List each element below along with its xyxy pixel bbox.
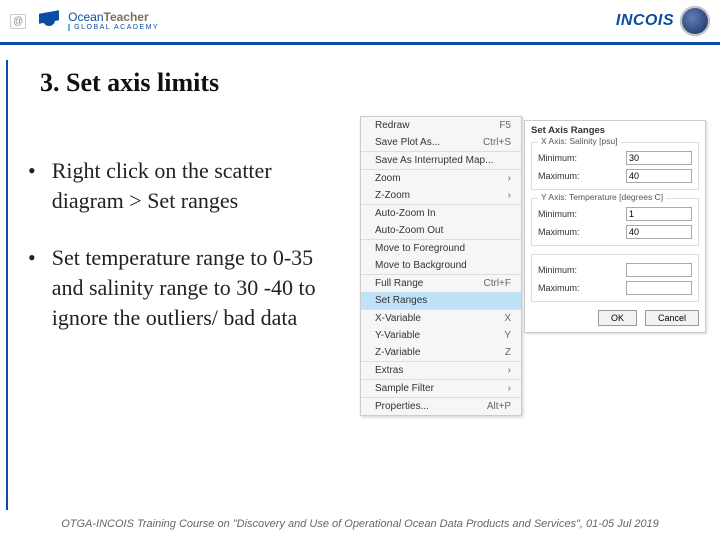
axis-group: Minimum:Maximum: [531, 254, 699, 302]
oceanteacher-logo: @ OceanTeacher GLOBAL ACADEMY [10, 11, 159, 31]
gradcap-icon [36, 12, 62, 30]
header: @ OceanTeacher GLOBAL ACADEMY INCOIS [0, 0, 720, 45]
bullet-list: Right click on the scatter diagram > Set… [28, 156, 338, 360]
menu-item[interactable]: Set Ranges [361, 292, 521, 309]
at-badge: @ [10, 14, 26, 29]
bullet-item: Set temperature range to 0-35 and salini… [28, 243, 338, 332]
menu-item[interactable]: Extras› [361, 361, 521, 379]
vertical-rule [6, 60, 8, 510]
menu-item[interactable]: Sample Filter› [361, 379, 521, 397]
set-axis-ranges-dialog: Set Axis Ranges X Axis: Salinity [psu]Mi… [524, 120, 706, 333]
slide: { "header":{ "left_logo":{"brand_a":"Oce… [0, 0, 720, 540]
globe-icon [680, 6, 710, 36]
cancel-button[interactable]: Cancel [645, 310, 699, 326]
oceanteacher-subtitle: GLOBAL ACADEMY [68, 24, 159, 31]
menu-item[interactable]: Full RangeCtrl+F [361, 274, 521, 292]
max-input[interactable] [626, 169, 692, 183]
menu-item[interactable]: Auto-Zoom Out [361, 222, 521, 239]
bullet-item: Right click on the scatter diagram > Set… [28, 156, 338, 215]
axis-group: X Axis: Salinity [psu]Minimum:Maximum: [531, 142, 699, 190]
menu-item[interactable]: Move to Foreground [361, 239, 521, 257]
menu-item[interactable]: Z-Zoom› [361, 187, 521, 204]
menu-item[interactable]: X-VariableX [361, 309, 521, 327]
menu-item[interactable]: Move to Background [361, 257, 521, 274]
menu-item[interactable]: Save As Interrupted Map... [361, 151, 521, 169]
menu-item[interactable]: Save Plot As...Ctrl+S [361, 134, 521, 151]
ok-button[interactable]: OK [598, 310, 637, 326]
menu-item[interactable]: RedrawF5 [361, 117, 521, 134]
incois-logo: INCOIS [616, 6, 710, 36]
menu-item[interactable]: Y-VariableY [361, 327, 521, 344]
min-input[interactable] [626, 263, 692, 277]
dialog-title: Set Axis Ranges [531, 125, 699, 136]
incois-text: INCOIS [616, 12, 674, 30]
menu-item[interactable]: Auto-Zoom In [361, 204, 521, 222]
min-input[interactable] [626, 151, 692, 165]
menu-item[interactable]: Zoom› [361, 169, 521, 187]
menu-item[interactable]: Z-VariableZ [361, 344, 521, 361]
oceanteacher-wordmark: OceanTeacher [68, 11, 159, 23]
max-input[interactable] [626, 225, 692, 239]
slide-title: 3. Set axis limits [40, 68, 219, 98]
axis-group: Y Axis: Temperature [degrees C]Minimum:M… [531, 198, 699, 246]
footer-text: OTGA-INCOIS Training Course on "Discover… [0, 518, 720, 530]
max-input[interactable] [626, 281, 692, 295]
menu-item[interactable]: Properties...Alt+P [361, 397, 521, 415]
context-menu[interactable]: RedrawF5Save Plot As...Ctrl+SSave As Int… [360, 116, 522, 416]
min-input[interactable] [626, 207, 692, 221]
